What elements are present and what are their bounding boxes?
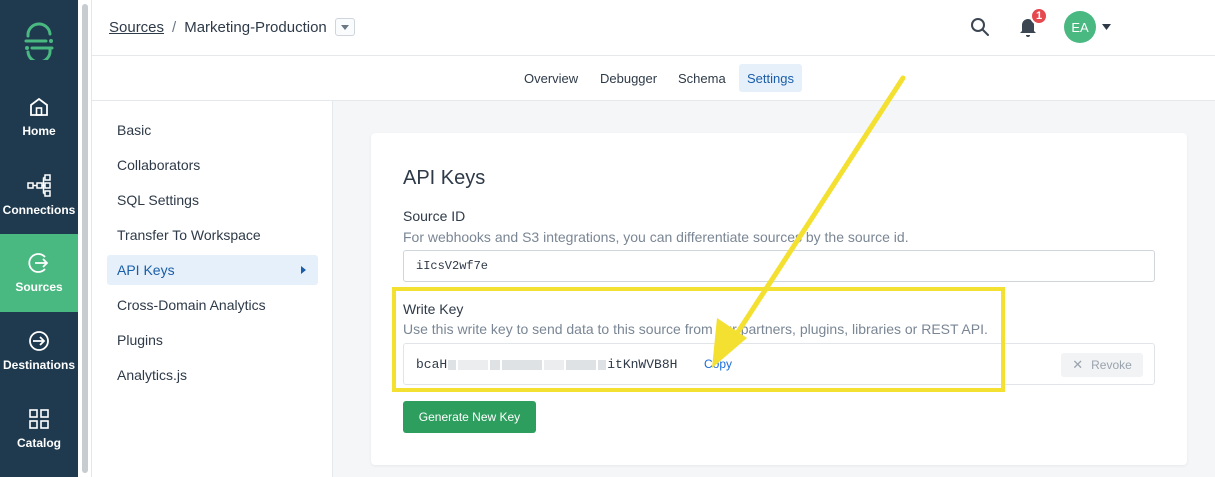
source-id-label: Source ID — [403, 208, 466, 224]
breadcrumb-current: Marketing-Production — [184, 18, 327, 36]
nav-label-destinations: Destinations — [2, 358, 75, 372]
settings-item-analytics-js[interactable]: Analytics.js — [107, 360, 318, 390]
tab-settings[interactable]: Settings — [739, 64, 802, 92]
close-icon: ✕ — [1072, 357, 1084, 372]
caret-right-icon — [301, 266, 306, 274]
annotation-highlight-box — [392, 287, 1005, 392]
source-id-description: For webhooks and S3 integrations, you ca… — [403, 229, 909, 245]
caret-down-icon — [340, 24, 349, 30]
settings-item-sql-settings[interactable]: SQL Settings — [107, 185, 318, 215]
nav-label-catalog: Catalog — [16, 436, 61, 450]
top-bar: Sources / Marketing-Production — [92, 0, 1215, 56]
scrollbar-thumb[interactable] — [82, 4, 88, 473]
catalog-icon — [29, 409, 49, 429]
page-title: API Keys — [403, 167, 486, 189]
nav-item-destinations[interactable]: Destinations — [0, 312, 78, 390]
breadcrumb-sources-link[interactable]: Sources — [109, 19, 164, 36]
nav-label-home: Home — [22, 124, 56, 138]
settings-item-api-keys[interactable]: API Keys — [107, 255, 318, 285]
nav-item-connections[interactable]: Connections — [0, 156, 78, 234]
settings-menu: Basic Collaborators SQL Settings Transfe… — [92, 101, 333, 477]
tab-overview[interactable]: Overview — [516, 64, 586, 92]
nav-item-sources[interactable]: Sources — [0, 234, 78, 312]
source-tabs: Overview Debugger Schema Settings — [92, 56, 1215, 101]
settings-item-collaborators[interactable]: Collaborators — [107, 150, 318, 180]
source-id-field[interactable] — [403, 250, 1155, 282]
settings-item-cross-domain-analytics[interactable]: Cross-Domain Analytics — [107, 290, 318, 320]
search-icon[interactable] — [970, 17, 990, 37]
breadcrumb-separator: / — [172, 18, 177, 36]
avatar-caret-down-icon[interactable] — [1102, 24, 1111, 30]
notification-badge: 1 — [1030, 7, 1048, 25]
user-avatar[interactable]: EA — [1064, 11, 1096, 43]
nav-item-catalog[interactable]: Catalog — [0, 390, 78, 468]
settings-item-api-keys-label: API Keys — [117, 262, 175, 278]
tab-schema[interactable]: Schema — [670, 64, 734, 92]
segment-logo-icon[interactable] — [20, 22, 58, 60]
destinations-icon — [29, 331, 49, 351]
revoke-label: Revoke — [1091, 358, 1132, 372]
breadcrumb: Sources / Marketing-Production — [109, 18, 355, 36]
home-icon — [30, 97, 48, 116]
settings-item-transfer-to-workspace[interactable]: Transfer To Workspace — [107, 220, 318, 250]
nav-scrollbar[interactable] — [78, 0, 92, 477]
nav-label-connections: Connections — [2, 203, 76, 217]
left-navigation: Home Connections Sources Destinations Ca… — [0, 0, 78, 477]
source-switcher-button[interactable] — [334, 18, 355, 36]
settings-item-basic[interactable]: Basic — [107, 115, 318, 145]
nav-item-home[interactable]: Home — [0, 78, 78, 156]
generate-new-key-button[interactable]: Generate New Key — [403, 401, 536, 433]
connections-icon — [27, 174, 51, 197]
nav-label-sources: Sources — [15, 280, 63, 294]
settings-item-plugins[interactable]: Plugins — [107, 325, 318, 355]
tab-debugger[interactable]: Debugger — [592, 64, 665, 92]
sources-icon — [28, 253, 49, 273]
revoke-button[interactable]: ✕ Revoke — [1061, 353, 1143, 377]
